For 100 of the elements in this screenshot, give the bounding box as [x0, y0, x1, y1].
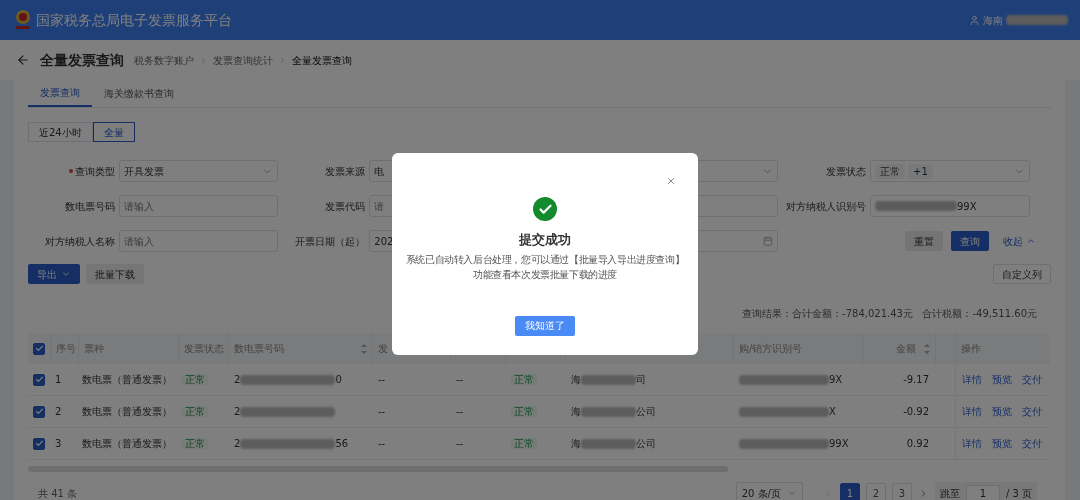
table-cell: --	[378, 374, 386, 385]
export-button[interactable]: 导出	[28, 264, 80, 284]
action-link[interactable]: 交付	[1022, 436, 1042, 451]
action-link[interactable]: 预览	[992, 372, 1012, 387]
redaction-blur	[581, 438, 636, 449]
select-field[interactable]: 正常 +1	[870, 160, 1030, 182]
status-tag: 正常	[182, 406, 208, 417]
table-cell-text: 海	[571, 373, 581, 387]
table-cell-text: -9.17	[903, 373, 929, 387]
collapse-link[interactable]: 收起	[1003, 233, 1036, 249]
redaction-blur	[1006, 15, 1068, 25]
breadcrumb-separator-icon	[199, 55, 208, 65]
input-field[interactable]: 请输入	[119, 195, 278, 217]
checkbox[interactable]	[33, 342, 45, 355]
table-cell-text: 海	[571, 437, 581, 451]
chevron-up-icon	[1026, 236, 1036, 246]
table-cell-text: 海	[571, 405, 581, 419]
table-cell-text: 公司	[636, 405, 656, 419]
filter-label: 查询类型	[75, 164, 116, 179]
total-count: 共 41 条	[37, 486, 78, 500]
breadcrumb-separator-icon	[278, 55, 287, 65]
emblem-icon	[14, 9, 32, 31]
success-check-icon	[533, 197, 557, 221]
checkbox[interactable]	[33, 437, 45, 450]
page-jump-field[interactable]: 1	[965, 484, 1000, 500]
tab[interactable]: 发票查询	[28, 80, 92, 107]
range-toggle-button[interactable]: 全量	[92, 122, 135, 142]
table-cell: 数电票（普通发票）	[82, 406, 172, 417]
breadcrumb-item: 全量发票查询	[292, 53, 352, 68]
table-cell: --	[378, 406, 386, 417]
table-cell: --	[456, 406, 464, 417]
page-size-select[interactable]: 20 条/页	[735, 482, 803, 500]
table-row[interactable]: 2 数电票（普通发票） 正常 2 -- -- 正常 海 公司 X -0.92 详情 预览 交付	[28, 396, 1050, 428]
range-toggle-button[interactable]: 近24小时	[28, 122, 93, 142]
page-count: / 3 页	[1005, 486, 1032, 500]
user-name[interactable]: 海南	[983, 12, 1003, 28]
table-row[interactable]: 1 数电票（普通发票） 正常 2 0 -- -- 正常 海 司 9X -9.17 详情 预览 交付	[28, 364, 1050, 396]
action-link[interactable]: 预览	[992, 404, 1012, 419]
action-link[interactable]: 交付	[1022, 372, 1042, 387]
breadcrumb-item[interactable]: 发票查询统计	[213, 52, 273, 68]
page-button[interactable]: 3	[891, 483, 912, 500]
table-cell-text: 99X	[829, 437, 849, 451]
user-icon	[969, 14, 980, 26]
jump-label: 跳至	[939, 486, 960, 500]
action-link[interactable]: 详情	[962, 436, 982, 451]
table-cell-text: 2	[234, 405, 241, 419]
table-cell-text: 2	[234, 437, 241, 451]
platform-title: 国家税务总局电子发票服务平台	[36, 10, 232, 30]
action-link[interactable]: 交付	[1022, 404, 1042, 419]
table-cell-text: 0	[335, 373, 342, 387]
table-cell: 3	[55, 438, 62, 449]
action-link[interactable]: 详情	[962, 404, 982, 419]
table-cell-text: 56	[335, 437, 349, 451]
action-link[interactable]: 详情	[962, 372, 982, 387]
sort-icon[interactable]	[361, 343, 367, 354]
input-field[interactable]: 99X	[870, 195, 1030, 217]
filter-label: 发票来源	[325, 164, 366, 179]
status-tag: 正常	[511, 406, 537, 417]
checkbox[interactable]	[33, 373, 45, 386]
select-field[interactable]: 开具发票	[119, 160, 278, 182]
redaction-blur	[581, 374, 636, 385]
table-cell-text: 公司	[636, 437, 656, 451]
table-cell: 数电票（普通发票）	[82, 438, 172, 449]
table-cell-text: 9X	[829, 373, 843, 387]
acknowledge-button[interactable]: 我知道了	[515, 315, 575, 336]
page-title: 全量发票查询	[40, 50, 124, 70]
dialog-title: 提交成功	[519, 231, 571, 249]
redaction-blur	[581, 406, 636, 417]
table-cell: --	[378, 438, 386, 449]
reset-button[interactable]: 重置	[905, 231, 943, 251]
dialog-message: 系统已自动转入后台处理，您可以通过【批量导入导出进度查询】 功能查看本次发票批量下载的进度	[405, 252, 685, 282]
table-cell: 2	[55, 406, 62, 417]
table-cell: 数电票（普通发票）	[82, 374, 172, 385]
filter-label: 开票日期（起）	[295, 234, 366, 249]
table-cell: --	[456, 374, 464, 385]
sort-icon[interactable]	[924, 343, 930, 354]
custom-columns-button[interactable]: 自定义列	[993, 264, 1051, 284]
table-cell-text: X	[829, 405, 836, 419]
calendar-icon	[763, 236, 773, 246]
breadcrumb-item[interactable]: 税务数字账户	[134, 52, 194, 68]
action-link[interactable]: 预览	[992, 436, 1012, 451]
chevron-down-icon	[786, 488, 797, 498]
table-row[interactable]: 3 数电票（普通发票） 正常 2 56 -- -- 正常 海 公司 99X 0.92 详情 预览 交付	[28, 428, 1050, 460]
close-icon[interactable]	[666, 176, 676, 186]
filter-label: 发票代码	[325, 199, 366, 214]
page-button[interactable]: 1	[839, 483, 860, 500]
input-field[interactable]: 请输入	[119, 230, 278, 252]
page-button[interactable]: 2	[865, 483, 886, 500]
tag: +1	[908, 163, 933, 179]
tab[interactable]: 海关缴款书查询	[92, 80, 186, 107]
table-cell-text: -0.92	[903, 405, 929, 419]
search-button[interactable]: 查询	[951, 231, 989, 251]
table-cell-text: 0.92	[906, 437, 929, 451]
status-tag: 正常	[182, 438, 208, 449]
batch-download-button[interactable]: 批量下载	[86, 264, 144, 284]
table-cell-text: 2	[234, 373, 241, 387]
status-tag: 正常	[511, 438, 537, 449]
checkbox[interactable]	[33, 405, 45, 418]
filter-label: 对方纳税人识别号	[786, 199, 866, 214]
tag: 正常	[875, 163, 905, 179]
